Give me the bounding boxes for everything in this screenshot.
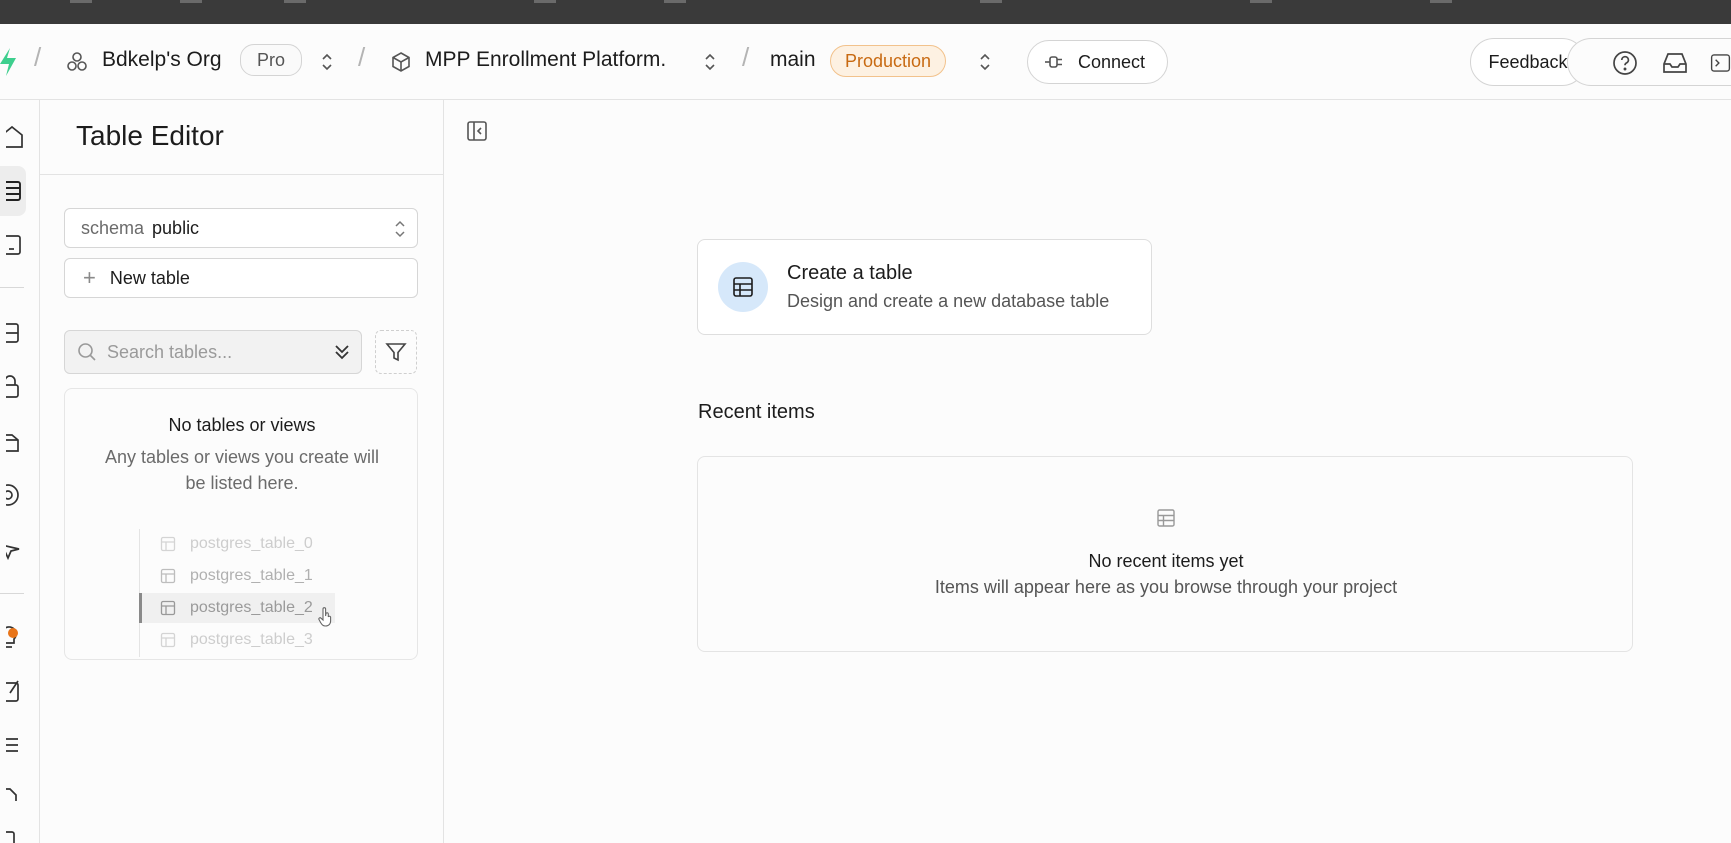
storage-icon[interactable]	[0, 426, 26, 456]
placeholder-table-row: postgres_table_3	[140, 625, 313, 655]
advisors-icon[interactable]	[0, 622, 26, 652]
feedback-label: Feedback	[1488, 51, 1568, 72]
placeholder-table-row: postgres_table_0	[140, 529, 313, 559]
os-strip-mark	[980, 0, 1002, 3]
recent-items-card: No recent items yet Items will appear he…	[697, 456, 1633, 652]
table-icon	[1156, 508, 1176, 533]
new-table-button[interactable]: + New table	[64, 258, 418, 298]
create-table-title: Create a table	[787, 262, 913, 284]
empty-tables-description: Any tables or views you create will be l…	[104, 447, 380, 493]
project-icon	[390, 51, 412, 73]
os-strip-mark	[534, 0, 556, 3]
create-table-card[interactable]: Create a table Design and create a new d…	[697, 239, 1152, 335]
recent-empty-subtitle: Items will appear here as you browse thr…	[934, 577, 1398, 597]
schema-selector[interactable]: schema public	[64, 208, 418, 248]
os-title-strip	[0, 0, 1731, 24]
schema-value: public	[152, 217, 200, 238]
table-search[interactable]	[64, 330, 362, 374]
recent-items-heading: Recent items	[698, 401, 815, 423]
os-strip-mark	[664, 0, 686, 3]
placeholder-table-name: postgres_table_0	[190, 535, 313, 552]
table-icon	[718, 262, 768, 312]
connect-button[interactable]: Connect	[1027, 40, 1168, 84]
panel-collapse-icon[interactable]	[466, 120, 488, 147]
filter-button[interactable]	[375, 330, 417, 374]
schema-label: schema	[81, 217, 145, 238]
rail-divider	[0, 287, 24, 288]
reports-icon[interactable]	[0, 676, 26, 706]
placeholder-table-list: postgres_table_0 postgres_table_1 postgr…	[139, 529, 339, 657]
chevron-updown-icon[interactable]	[320, 52, 334, 72]
logs-icon[interactable]	[0, 730, 26, 760]
chevron-updown-icon	[393, 219, 407, 244]
placeholder-table-row: postgres_table_1	[140, 561, 313, 591]
placeholder-table-name: postgres_table_2	[190, 599, 313, 616]
plug-icon	[1044, 54, 1066, 70]
table-editor-sidebar: Table Editor schema public + New table N…	[40, 100, 444, 843]
environment-badge-label: Production	[830, 45, 947, 77]
plan-badge-label: Pro	[240, 44, 303, 76]
sql-icon[interactable]	[0, 230, 26, 260]
sidebar-divider	[40, 174, 444, 175]
auth-icon[interactable]	[0, 372, 26, 402]
new-table-label: New table	[109, 267, 190, 288]
branch-name[interactable]: main	[770, 48, 816, 72]
hand-cursor-icon	[318, 607, 334, 627]
os-strip-mark	[284, 0, 306, 3]
home-icon[interactable]	[0, 122, 26, 152]
search-icon	[77, 342, 97, 362]
placeholder-table-name: postgres_table_1	[190, 567, 313, 584]
empty-tables-card: No tables or views Any tables or views y…	[64, 388, 418, 660]
create-table-subtitle: Design and create a new database table	[787, 291, 1110, 311]
terminal-icon[interactable]	[1710, 48, 1731, 78]
placeholder-table-row: postgres_table_2	[139, 593, 335, 627]
table-icon	[160, 536, 176, 552]
functions-icon[interactable]	[0, 480, 26, 510]
chevron-updown-icon[interactable]	[978, 52, 992, 72]
project-name[interactable]: MPP Enrollment Platform.	[425, 48, 666, 72]
org-name[interactable]: Bdkelp's Org	[102, 48, 222, 72]
os-strip-mark	[180, 0, 202, 3]
empty-tables-title: No tables or views	[168, 415, 316, 435]
plan-badge: Pro	[240, 44, 303, 76]
recent-empty-title: No recent items yet	[1088, 551, 1244, 571]
connect-label: Connect	[1078, 51, 1146, 72]
sidebar-title: Table Editor	[76, 120, 224, 151]
search-input[interactable]	[107, 341, 317, 363]
inbox-icon[interactable]	[1660, 48, 1690, 78]
table-icon	[160, 568, 176, 584]
os-strip-mark	[1250, 0, 1272, 3]
top-header: / Bdkelp's Org Pro / MPP Enrollment Plat…	[0, 24, 1731, 100]
chevrons-down-icon[interactable]	[333, 342, 351, 367]
table-icon	[160, 600, 176, 616]
realtime-icon[interactable]	[0, 534, 26, 564]
table-icon	[160, 632, 176, 648]
notification-dot	[8, 628, 18, 638]
plus-icon: +	[83, 265, 96, 290]
database-icon[interactable]	[0, 318, 26, 348]
breadcrumb-separator: /	[358, 42, 366, 72]
icon-rail	[0, 100, 40, 843]
breadcrumb-separator: /	[742, 42, 750, 72]
org-icon	[66, 51, 88, 73]
rail-divider	[0, 593, 24, 594]
help-icon[interactable]	[1610, 48, 1640, 78]
supabase-logo-icon[interactable]	[0, 48, 16, 76]
table-icon[interactable]	[0, 176, 26, 206]
docs-icon[interactable]	[0, 778, 26, 808]
os-strip-mark	[70, 0, 92, 3]
filter-icon	[385, 341, 407, 363]
breadcrumb-separator: /	[34, 42, 42, 72]
os-strip-mark	[1430, 0, 1452, 3]
toolbar-icon-group	[1567, 38, 1731, 86]
settings-icon[interactable]	[0, 822, 26, 843]
chevron-updown-icon[interactable]	[703, 52, 717, 72]
placeholder-table-name: postgres_table_3	[190, 631, 313, 648]
environment-badge: Production	[830, 45, 947, 77]
